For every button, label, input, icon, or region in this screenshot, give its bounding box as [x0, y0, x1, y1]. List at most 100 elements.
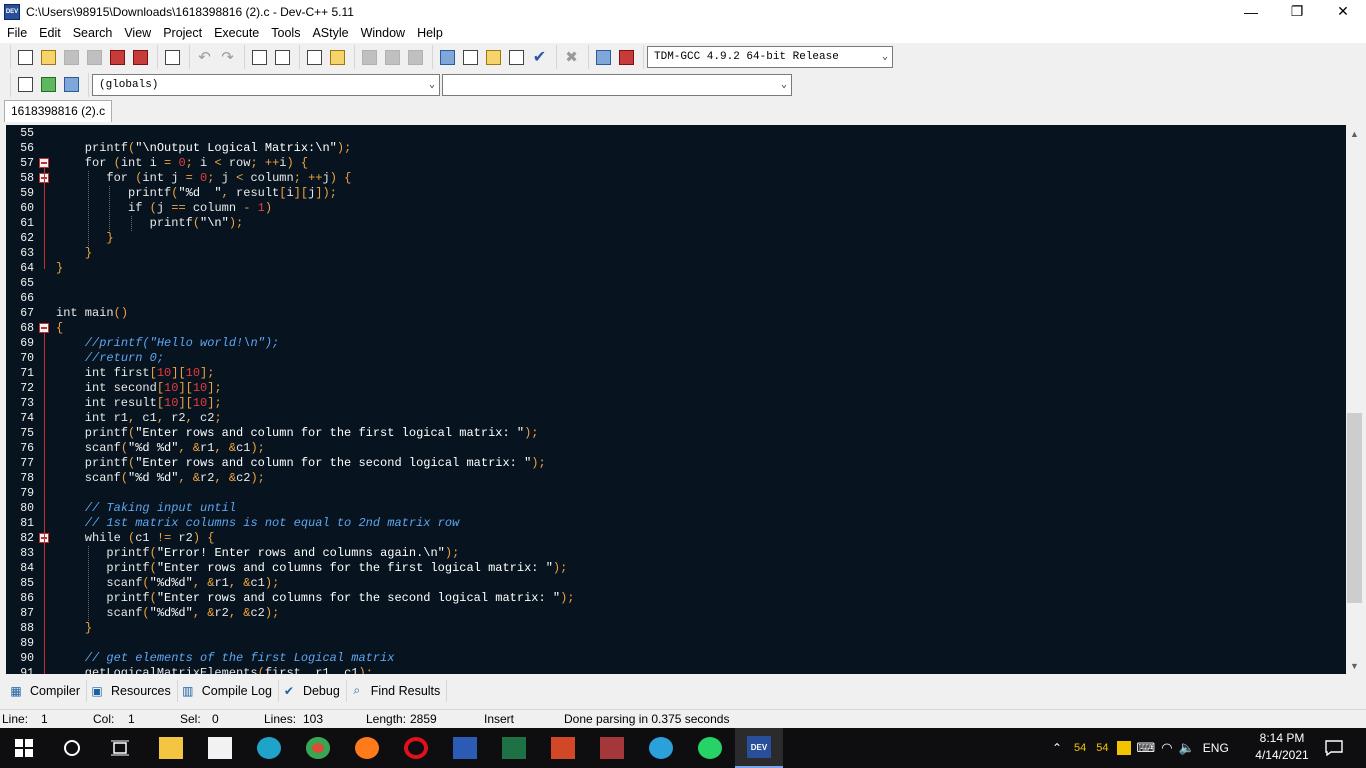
- replace-button[interactable]: [271, 46, 294, 68]
- undo-button[interactable]: ↶: [193, 46, 216, 68]
- tray-number-1[interactable]: 54: [1074, 742, 1086, 754]
- editor-vertical-scrollbar[interactable]: ▲ ▼: [1346, 125, 1363, 674]
- function-select[interactable]: ⌄: [442, 73, 792, 96]
- menu-search[interactable]: Search: [67, 23, 119, 43]
- close-button[interactable]: ✕: [1320, 0, 1366, 23]
- tab-compile-log[interactable]: ▥ Compile Log: [178, 679, 279, 702]
- compile-toolbar-group: ✔: [432, 45, 554, 69]
- access-app[interactable]: [588, 728, 636, 768]
- show-hidden-icons-chevron-icon[interactable]: ⌃: [1048, 741, 1066, 755]
- compiler-select[interactable]: TDM-GCC 4.9.2 64-bit Release ⌄: [647, 46, 893, 68]
- save-button[interactable]: [60, 46, 83, 68]
- powerpoint-app[interactable]: [539, 728, 587, 768]
- code-line: }: [84, 621, 93, 635]
- menu-edit[interactable]: Edit: [33, 23, 67, 43]
- tab-find-results[interactable]: ⌕ Find Results: [347, 679, 448, 702]
- tab-compiler[interactable]: ▦ Compiler: [6, 679, 88, 702]
- toggle-bookmark-button[interactable]: [326, 46, 349, 68]
- syntax-check-button[interactable]: ✔: [528, 46, 551, 68]
- status-length-label: Length:: [366, 712, 407, 726]
- tray-check-icon[interactable]: [1116, 741, 1131, 755]
- scrollbar-thumb[interactable]: [1347, 413, 1362, 603]
- indent-button[interactable]: [381, 46, 404, 68]
- menu-window[interactable]: Window: [355, 23, 411, 43]
- compile-button[interactable]: [436, 46, 459, 68]
- fold-collapse-icon[interactable]: [39, 158, 49, 168]
- tab-debug[interactable]: ✔ Debug: [279, 679, 347, 702]
- file-tab[interactable]: 1618398816 (2).c: [4, 100, 113, 122]
- devcpp-taskbar-app[interactable]: DEV: [735, 728, 783, 768]
- scope-select[interactable]: (globals) ⌄: [92, 73, 440, 96]
- opera-app[interactable]: [392, 728, 440, 768]
- chevron-down-icon: ⌄: [780, 79, 787, 91]
- rebuild-all-button[interactable]: [505, 46, 528, 68]
- menu-help[interactable]: Help: [411, 23, 449, 43]
- chrome-app[interactable]: [294, 728, 342, 768]
- status-lines-label: Lines:: [264, 712, 297, 726]
- scroll-down-arrow-icon[interactable]: ▼: [1346, 657, 1363, 674]
- excel-app[interactable]: [490, 728, 538, 768]
- tray-number-2[interactable]: 54: [1096, 742, 1108, 754]
- insert-button[interactable]: [37, 74, 60, 96]
- menu-file[interactable]: File: [1, 23, 33, 43]
- code-editor[interactable]: 55 56 printf("\nOutput Logical Matrix:\n"…: [6, 125, 1346, 674]
- line-number: 63: [20, 247, 34, 260]
- scroll-up-arrow-icon[interactable]: ▲: [1346, 125, 1363, 142]
- resources-icon: ▣: [91, 683, 103, 698]
- menu-astyle[interactable]: AStyle: [306, 23, 354, 43]
- maximize-button[interactable]: ❐: [1274, 0, 1320, 23]
- comment-button[interactable]: [404, 46, 427, 68]
- devcpp-app-icon[interactable]: DEV: [4, 3, 20, 20]
- telegram-icon: [649, 737, 673, 759]
- line-number: 84: [20, 562, 34, 575]
- run-button[interactable]: [459, 46, 482, 68]
- save-all-button[interactable]: [83, 46, 106, 68]
- close-file-button[interactable]: [106, 46, 129, 68]
- minimize-button[interactable]: —: [1228, 0, 1274, 23]
- find-button[interactable]: [248, 46, 271, 68]
- fold-collapse-icon[interactable]: [39, 323, 49, 333]
- language-indicator[interactable]: ENG: [1203, 741, 1229, 755]
- whatsapp-app[interactable]: [686, 728, 734, 768]
- close-all-button[interactable]: [129, 46, 152, 68]
- menu-execute[interactable]: Execute: [208, 23, 265, 43]
- menu-view[interactable]: View: [118, 23, 157, 43]
- compile-run-button[interactable]: [482, 46, 505, 68]
- unindent-button[interactable]: [358, 46, 381, 68]
- tab-resources[interactable]: ▣ Resources: [87, 679, 178, 702]
- edge-app[interactable]: [245, 728, 293, 768]
- word-icon: [453, 737, 477, 759]
- compile-grid-icon: [440, 49, 455, 65]
- taskbar-clock[interactable]: 8:14 PM 4/14/2021: [1244, 730, 1320, 764]
- new-project-button[interactable]: [14, 74, 37, 96]
- menu-project[interactable]: Project: [157, 23, 208, 43]
- project-options-button[interactable]: [60, 74, 83, 96]
- menu-tools[interactable]: Tools: [265, 23, 306, 43]
- start-button[interactable]: [0, 728, 48, 768]
- network-icon[interactable]: ⌨: [1137, 740, 1156, 756]
- telegram-app[interactable]: [637, 728, 685, 768]
- notifications-button[interactable]: [1310, 728, 1358, 768]
- profile-analysis-button[interactable]: [592, 46, 615, 68]
- volume-icon[interactable]: 🔈: [1179, 740, 1195, 756]
- line-number: 80: [20, 502, 34, 515]
- store-app[interactable]: [196, 728, 244, 768]
- open-file-button[interactable]: [37, 46, 60, 68]
- main-toolbar: ↶ ↷ ✔ ✖ TDM-GCC 4.9.2 64-bit Release ⌄: [0, 43, 1366, 71]
- delete-profile-button[interactable]: [615, 46, 638, 68]
- code-line: int r1, c1, r2, c2;: [56, 411, 222, 425]
- search-button[interactable]: [48, 728, 96, 768]
- firefox-app[interactable]: [343, 728, 391, 768]
- folder-icon: [159, 737, 183, 759]
- word-app[interactable]: [441, 728, 489, 768]
- line-number: 89: [20, 637, 34, 650]
- wifi-icon[interactable]: ◠: [1161, 740, 1172, 756]
- print-button[interactable]: [161, 46, 184, 68]
- redo-button[interactable]: ↷: [216, 46, 239, 68]
- task-view-button[interactable]: [96, 728, 144, 768]
- bookmark-icon: [330, 49, 345, 65]
- new-file-button[interactable]: [14, 46, 37, 68]
- file-explorer-app[interactable]: [147, 728, 195, 768]
- goto-line-button[interactable]: [303, 46, 326, 68]
- stop-execution-button[interactable]: ✖: [560, 46, 583, 68]
